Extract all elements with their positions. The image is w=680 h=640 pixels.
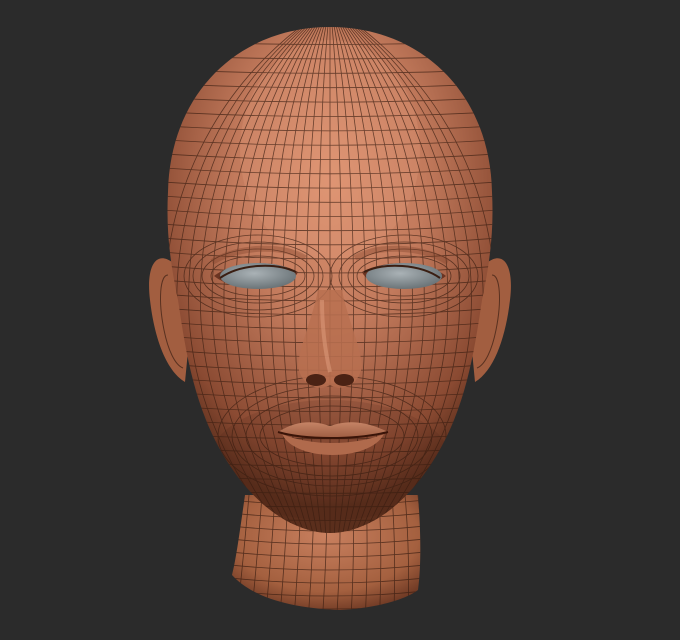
3d-viewport[interactable] [0,0,680,640]
head-model[interactable] [0,0,680,640]
head [167,27,493,533]
